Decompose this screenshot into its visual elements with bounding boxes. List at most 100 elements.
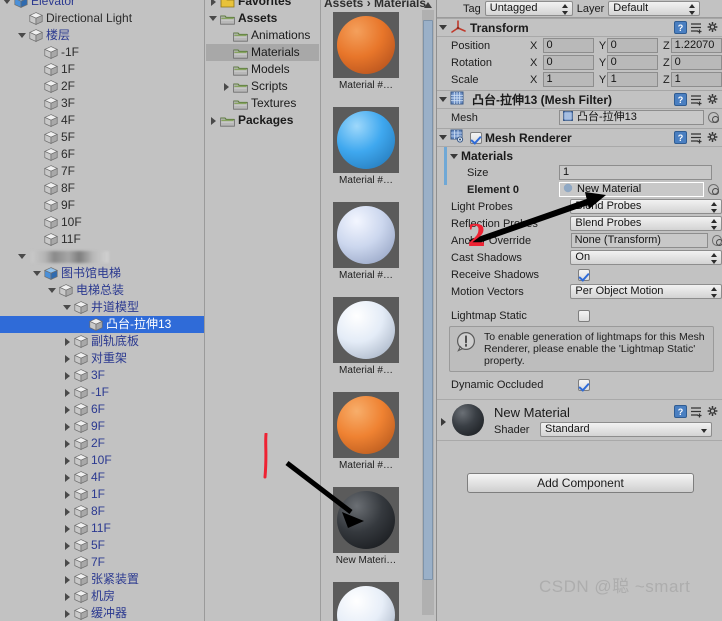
transform-z-input[interactable]: 0	[670, 55, 722, 70]
foldout-right-icon[interactable]	[62, 350, 74, 367]
foldout-right-icon[interactable]	[62, 401, 74, 418]
project-folder-tree[interactable]: Favorites Assets Animations Materials Models…	[206, 0, 319, 621]
hierarchy-item[interactable]: 7F	[0, 163, 204, 180]
gear-icon[interactable]	[706, 93, 719, 106]
asset-thumbnail[interactable]	[333, 582, 399, 621]
asset-thumbnail[interactable]	[333, 107, 399, 173]
asset-thumbnail[interactable]	[333, 12, 399, 78]
transform-foldout-icon[interactable]	[437, 18, 450, 37]
foldout-right-icon[interactable]	[62, 418, 74, 435]
transform-component-header[interactable]: Transform ?	[437, 18, 722, 37]
help-icon[interactable]: ?	[674, 131, 687, 144]
foldout-right-icon[interactable]	[62, 486, 74, 503]
foldout-right-icon[interactable]	[62, 537, 74, 554]
foldout-right-icon[interactable]	[62, 503, 74, 520]
anchor-override-picker-icon[interactable]	[711, 235, 722, 246]
project-asset-grid[interactable]: Material #… Material #… Material #… Materia…	[320, 0, 435, 621]
mesh-filter-component-header[interactable]: 凸台-拉伸13 (Mesh Filter) ?	[437, 90, 722, 109]
hierarchy-item[interactable]: 楼层	[0, 27, 204, 44]
hierarchy-item[interactable]: 2F	[0, 435, 204, 452]
element0-picker-icon[interactable]	[708, 184, 719, 195]
hierarchy-item[interactable]: 3F	[0, 95, 204, 112]
material-component-header[interactable]: New Material Shader Standard ?	[437, 400, 722, 441]
anchor-override-object-field[interactable]: None (Transform)	[570, 233, 708, 248]
hierarchy-item[interactable]: 电梯总装	[0, 282, 204, 299]
hierarchy-item[interactable]: 缓冲器	[0, 605, 204, 621]
foldout-right-icon[interactable]	[208, 0, 220, 10]
asset-item[interactable]: Material #…	[333, 107, 399, 186]
mesh-renderer-component-header[interactable]: Mesh Renderer ?	[437, 128, 722, 147]
inspector-panel[interactable]: Tag Untagged Layer Default Transform ? P…	[436, 0, 722, 621]
hierarchy-item[interactable]: 10F	[0, 452, 204, 469]
project-tree-item[interactable]: Assets	[206, 10, 319, 27]
foldout-right-icon[interactable]	[62, 452, 74, 469]
mesh-renderer-enabled-checkbox[interactable]	[470, 131, 482, 144]
project-tree-item[interactable]: Materials	[206, 44, 319, 61]
transform-z-input[interactable]: 1	[670, 72, 722, 87]
hierarchy-item[interactable]: 4F	[0, 112, 204, 129]
hierarchy-item[interactable]	[0, 248, 204, 265]
hierarchy-item[interactable]: 11F	[0, 520, 204, 537]
help-icon[interactable]: ?	[674, 405, 687, 418]
reflection-probes-dropdown[interactable]: Blend Probes	[570, 216, 722, 231]
motion-vectors-dropdown[interactable]: Per Object Motion	[570, 284, 722, 299]
asset-thumbnail[interactable]	[333, 392, 399, 458]
hierarchy-item[interactable]: 9F	[0, 418, 204, 435]
project-tree-item[interactable]: Textures	[206, 95, 319, 112]
asset-item[interactable]: New Materi…	[333, 487, 399, 566]
layer-dropdown[interactable]: Default	[608, 1, 701, 16]
foldout-right-icon[interactable]	[62, 384, 74, 401]
hierarchy-item[interactable]: -1F	[0, 44, 204, 61]
foldout-right-icon[interactable]	[62, 554, 74, 571]
hierarchy-item[interactable]: 6F	[0, 401, 204, 418]
hierarchy-item[interactable]: 机房	[0, 588, 204, 605]
lightmap-static-checkbox[interactable]	[578, 309, 590, 322]
hierarchy-item[interactable]: 7F	[0, 554, 204, 571]
help-icon[interactable]: ?	[674, 21, 687, 34]
preset-icon[interactable]	[690, 405, 703, 418]
preset-icon[interactable]	[690, 93, 703, 106]
mesh-picker-icon[interactable]	[708, 112, 719, 123]
foldout-down-icon[interactable]	[2, 0, 14, 10]
foldout-down-icon[interactable]	[208, 10, 220, 27]
asset-item[interactable]: Material #…	[333, 12, 399, 91]
component-header-icons[interactable]: ?	[674, 405, 719, 418]
foldout-right-icon[interactable]	[62, 333, 74, 350]
foldout-right-icon[interactable]	[62, 469, 74, 486]
hierarchy-item[interactable]: 图书馆电梯	[0, 265, 204, 282]
asset-item[interactable]: Material #…	[333, 392, 399, 471]
add-component-button[interactable]: Add Component	[467, 473, 694, 493]
scrollbar-thumb[interactable]	[423, 20, 433, 580]
cast-shadows-dropdown[interactable]: On	[570, 250, 722, 265]
foldout-down-icon[interactable]	[47, 282, 59, 299]
component-header-icons[interactable]: ?	[674, 93, 719, 106]
materials-foldout-icon[interactable]	[448, 147, 461, 164]
asset-thumbnail[interactable]	[333, 202, 399, 268]
hierarchy-item[interactable]: 2F	[0, 78, 204, 95]
component-header-icons[interactable]: ?	[674, 21, 719, 34]
light-probes-dropdown[interactable]: Blend Probes	[570, 199, 722, 214]
project-tree-item[interactable]: Animations	[206, 27, 319, 44]
foldout-right-icon[interactable]	[221, 78, 233, 95]
mesh-filter-foldout-icon[interactable]	[437, 90, 450, 109]
gear-icon[interactable]	[706, 21, 719, 34]
asset-thumbnail[interactable]	[333, 487, 399, 553]
asset-item[interactable]	[333, 582, 399, 621]
foldout-right-icon[interactable]	[62, 605, 74, 621]
transform-x-input[interactable]: 1	[542, 72, 594, 87]
shader-dropdown[interactable]: Standard	[540, 422, 712, 437]
size-input[interactable]: 1	[559, 165, 712, 180]
hierarchy-item[interactable]: 对重架	[0, 350, 204, 367]
project-tree-item[interactable]: Packages	[206, 112, 319, 129]
transform-y-input[interactable]: 1	[606, 72, 658, 87]
mesh-object-field[interactable]: 凸台-拉伸13	[559, 110, 704, 125]
preset-icon[interactable]	[690, 21, 703, 34]
hierarchy-item[interactable]: 5F	[0, 537, 204, 554]
project-tree-item[interactable]: Models	[206, 61, 319, 78]
foldout-right-icon[interactable]	[208, 112, 220, 129]
foldout-right-icon[interactable]	[62, 571, 74, 588]
hierarchy-item[interactable]: 1F	[0, 486, 204, 503]
foldout-down-icon[interactable]	[62, 299, 74, 316]
component-header-icons[interactable]: ?	[674, 131, 719, 144]
asset-item[interactable]: Material #…	[333, 202, 399, 281]
